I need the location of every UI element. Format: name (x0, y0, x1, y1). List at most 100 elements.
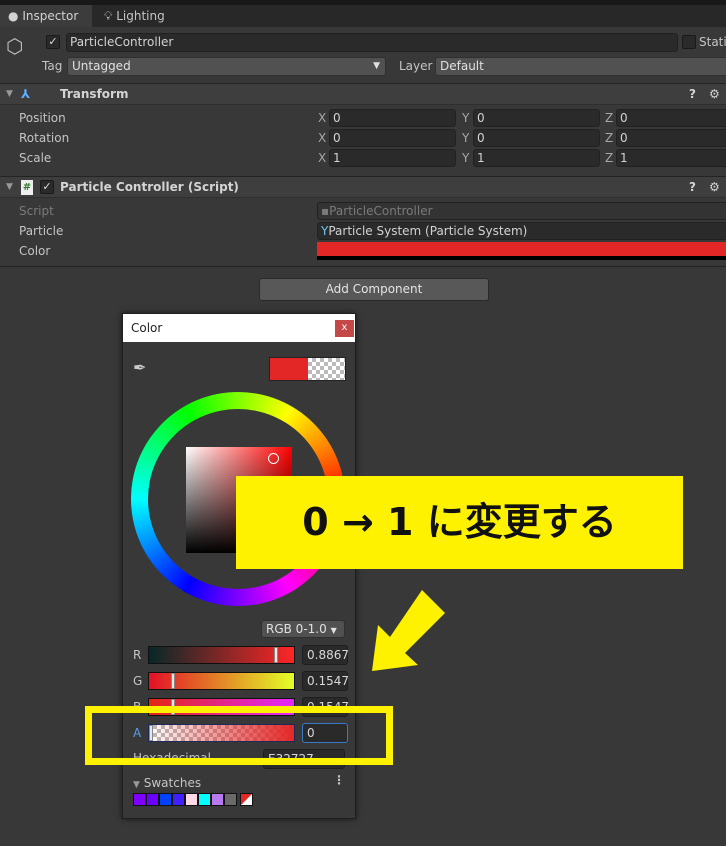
transform-axes-icon: ⅄ (21, 87, 31, 101)
component-title: Transform (60, 87, 129, 101)
static-checkbox[interactable] (682, 35, 696, 49)
tab-label: Lighting (116, 9, 165, 23)
add-component-button[interactable]: Add Component (259, 278, 489, 301)
tag-value: Untagged (72, 59, 131, 73)
rotation-y-input[interactable]: 0 (473, 129, 600, 147)
tab-label: Inspector (22, 9, 79, 23)
color-label: Color (19, 244, 51, 258)
position-x-input[interactable]: 0 (329, 109, 456, 127)
rotation-z-input[interactable]: 0 (616, 129, 726, 147)
position-label: Position (19, 111, 66, 125)
color-window-titlebar[interactable]: Color x (123, 314, 355, 342)
settings-sliders-icon[interactable]: ⚙ (709, 84, 720, 104)
tag-label: Tag (42, 59, 63, 73)
rotation-x-input[interactable]: 0 (329, 129, 456, 147)
layer-label: Layer (399, 59, 433, 73)
particle-value: Particle System (Particle System) (328, 224, 528, 238)
csharp-script-icon: # (21, 180, 33, 195)
chevron-down-icon: ▼ (373, 61, 380, 71)
annotation-arrow-icon (372, 590, 445, 671)
position-z-input[interactable]: 0 (616, 109, 726, 127)
color-swatch[interactable] (159, 793, 172, 806)
slider-handle[interactable] (274, 647, 279, 663)
gameobject-cube-icon[interactable]: ⬡ (6, 34, 23, 58)
object-name-input[interactable]: ParticleController (66, 33, 678, 52)
color-swatch[interactable] (172, 793, 185, 806)
swatches-label: Swatches (143, 776, 202, 790)
scale-z-input[interactable]: 1 (616, 149, 726, 167)
swatches-foldout[interactable]: ▼ Swatches (133, 776, 201, 790)
particle-field[interactable]: YParticle System (Particle System) (317, 222, 726, 240)
g-value-input[interactable]: 0.1547 (302, 671, 349, 691)
arrow-shape (372, 590, 445, 671)
r-value-input[interactable]: 0.8867 (302, 645, 349, 665)
annotation-highlight-box (85, 706, 393, 765)
tag-dropdown[interactable]: Untagged ▼ (67, 57, 386, 76)
color-swatch[interactable] (198, 793, 211, 806)
particle-label: Particle (19, 224, 64, 238)
more-options-icon[interactable]: ⋮ (333, 773, 345, 787)
script-field: ▪ParticleController (317, 202, 726, 220)
color-swatch[interactable] (146, 793, 159, 806)
current-color-swatch (270, 358, 308, 380)
color-swatch[interactable] (211, 793, 224, 806)
tab-bar: ● Inspector 💡︎ Lighting (0, 5, 726, 27)
r-label: R (133, 648, 142, 662)
axis-x: X (318, 111, 327, 125)
chevron-down-icon: ▼ (330, 626, 337, 635)
axis-x: X (318, 151, 327, 165)
annotation-callout: 0 → 1 に変更する (236, 476, 683, 569)
position-y-input[interactable]: 0 (473, 109, 600, 127)
help-icon[interactable]: ? (689, 84, 696, 104)
color-swatch[interactable] (185, 793, 198, 806)
slider-handle[interactable] (170, 673, 175, 689)
color-window-title: Color (131, 321, 163, 335)
static-label: Static (699, 35, 726, 49)
layer-value: Default (440, 59, 484, 73)
color-mode-value: RGB 0-1.0 (266, 622, 327, 636)
axis-y: Y (462, 111, 470, 125)
color-mode-dropdown[interactable]: RGB 0-1.0 ▼ (261, 620, 345, 638)
foldout-icon: ▼ (6, 182, 13, 192)
active-checkbox[interactable]: ✓ (46, 35, 60, 49)
axis-y: Y (462, 131, 470, 145)
g-label: G (133, 674, 143, 688)
script-enabled-checkbox[interactable]: ✓ (40, 180, 54, 194)
scale-label: Scale (19, 151, 52, 165)
scale-y-input[interactable]: 1 (473, 149, 600, 167)
help-icon[interactable]: ? (689, 177, 696, 197)
lightbulb-icon: 💡︎ (104, 9, 113, 23)
layer-dropdown[interactable]: Default (435, 57, 726, 76)
color-field[interactable] (317, 242, 726, 260)
close-button[interactable]: x (335, 320, 354, 337)
color-preview (269, 357, 346, 381)
axis-z: Z (605, 151, 614, 165)
axis-y: Y (462, 151, 470, 165)
eyedropper-icon[interactable]: ✒ (133, 358, 146, 377)
script-component-header[interactable]: ▼ # ✓ Particle Controller (Script) ? ⚙ (0, 176, 726, 198)
scale-x-input[interactable]: 1 (329, 149, 456, 167)
tab-inspector[interactable]: ● Inspector (0, 5, 92, 27)
color-swatch[interactable] (133, 793, 146, 806)
component-title: Particle Controller (Script) (60, 180, 239, 194)
g-slider[interactable] (148, 672, 295, 690)
transform-header[interactable]: ▼ ⅄ Transform ? ⚙ (0, 83, 726, 105)
sv-picker-handle[interactable] (268, 453, 279, 464)
foldout-icon: ▼ (133, 780, 140, 790)
add-swatch-button[interactable] (240, 793, 253, 806)
settings-sliders-icon[interactable]: ⚙ (709, 177, 720, 197)
divider (0, 266, 726, 267)
rotation-label: Rotation (19, 131, 70, 145)
r-slider[interactable] (148, 646, 295, 664)
axis-x: X (318, 131, 327, 145)
tab-lighting[interactable]: 💡︎ Lighting (96, 5, 173, 27)
info-icon: ● (8, 9, 19, 23)
axis-z: Z (605, 111, 614, 125)
axis-z: Z (605, 131, 614, 145)
alpha-preview-swatch (307, 358, 345, 380)
color-swatch[interactable] (224, 793, 237, 806)
script-label: Script (19, 204, 54, 218)
swatch-list (133, 793, 253, 806)
script-value: ParticleController (329, 204, 433, 218)
foldout-icon: ▼ (6, 89, 13, 99)
